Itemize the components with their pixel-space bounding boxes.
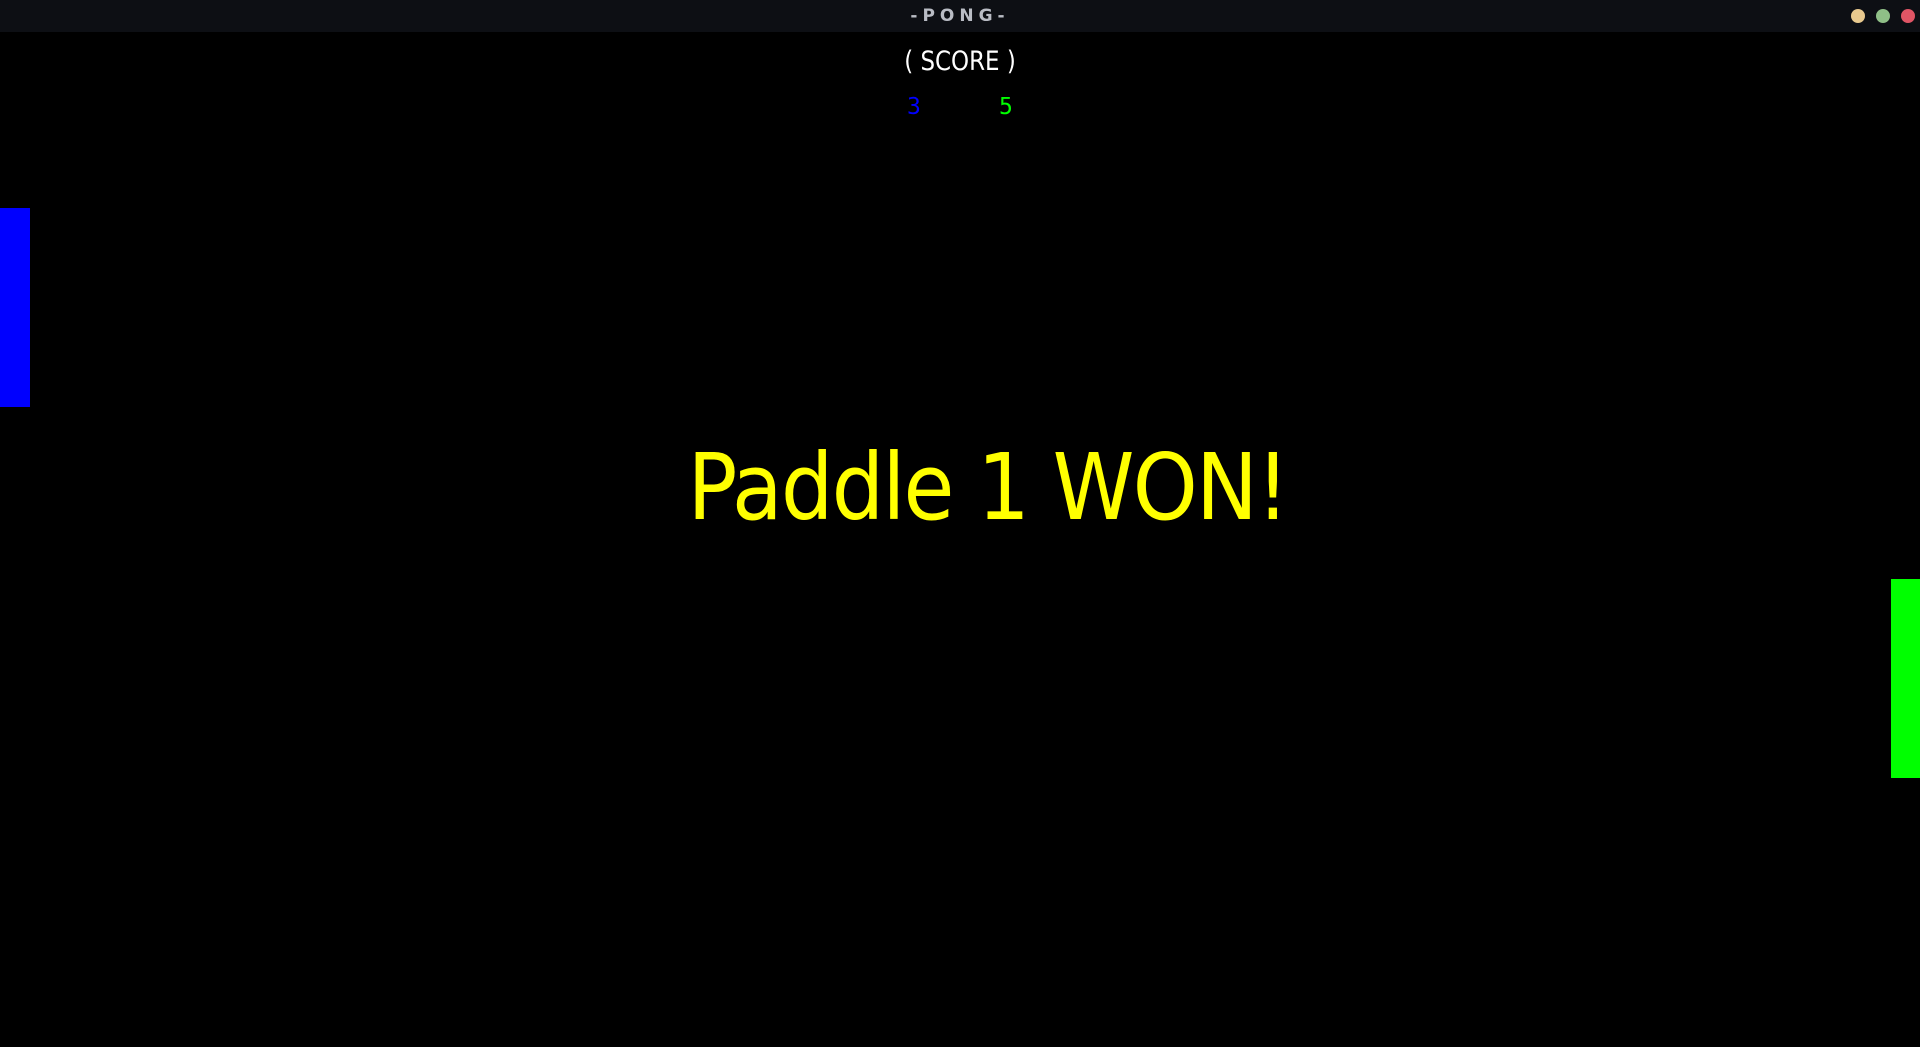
- win-message: Paddle 1 WON!: [687, 434, 1289, 541]
- left-paddle: [0, 208, 30, 407]
- window-title: -PONG-: [910, 6, 1010, 26]
- player2-score: 5: [999, 94, 1013, 120]
- maximize-button[interactable]: [1876, 9, 1890, 23]
- window-controls: [1851, 0, 1920, 32]
- close-button[interactable]: [1901, 9, 1915, 23]
- right-paddle: [1891, 579, 1920, 778]
- score-label: ( SCORE ): [904, 46, 1016, 77]
- player1-score: 3: [907, 94, 921, 120]
- minimize-button[interactable]: [1851, 9, 1865, 23]
- window-titlebar: -PONG-: [0, 0, 1920, 32]
- game-canvas: ( SCORE ) 3 5 Paddle 1 WON!: [0, 32, 1920, 1047]
